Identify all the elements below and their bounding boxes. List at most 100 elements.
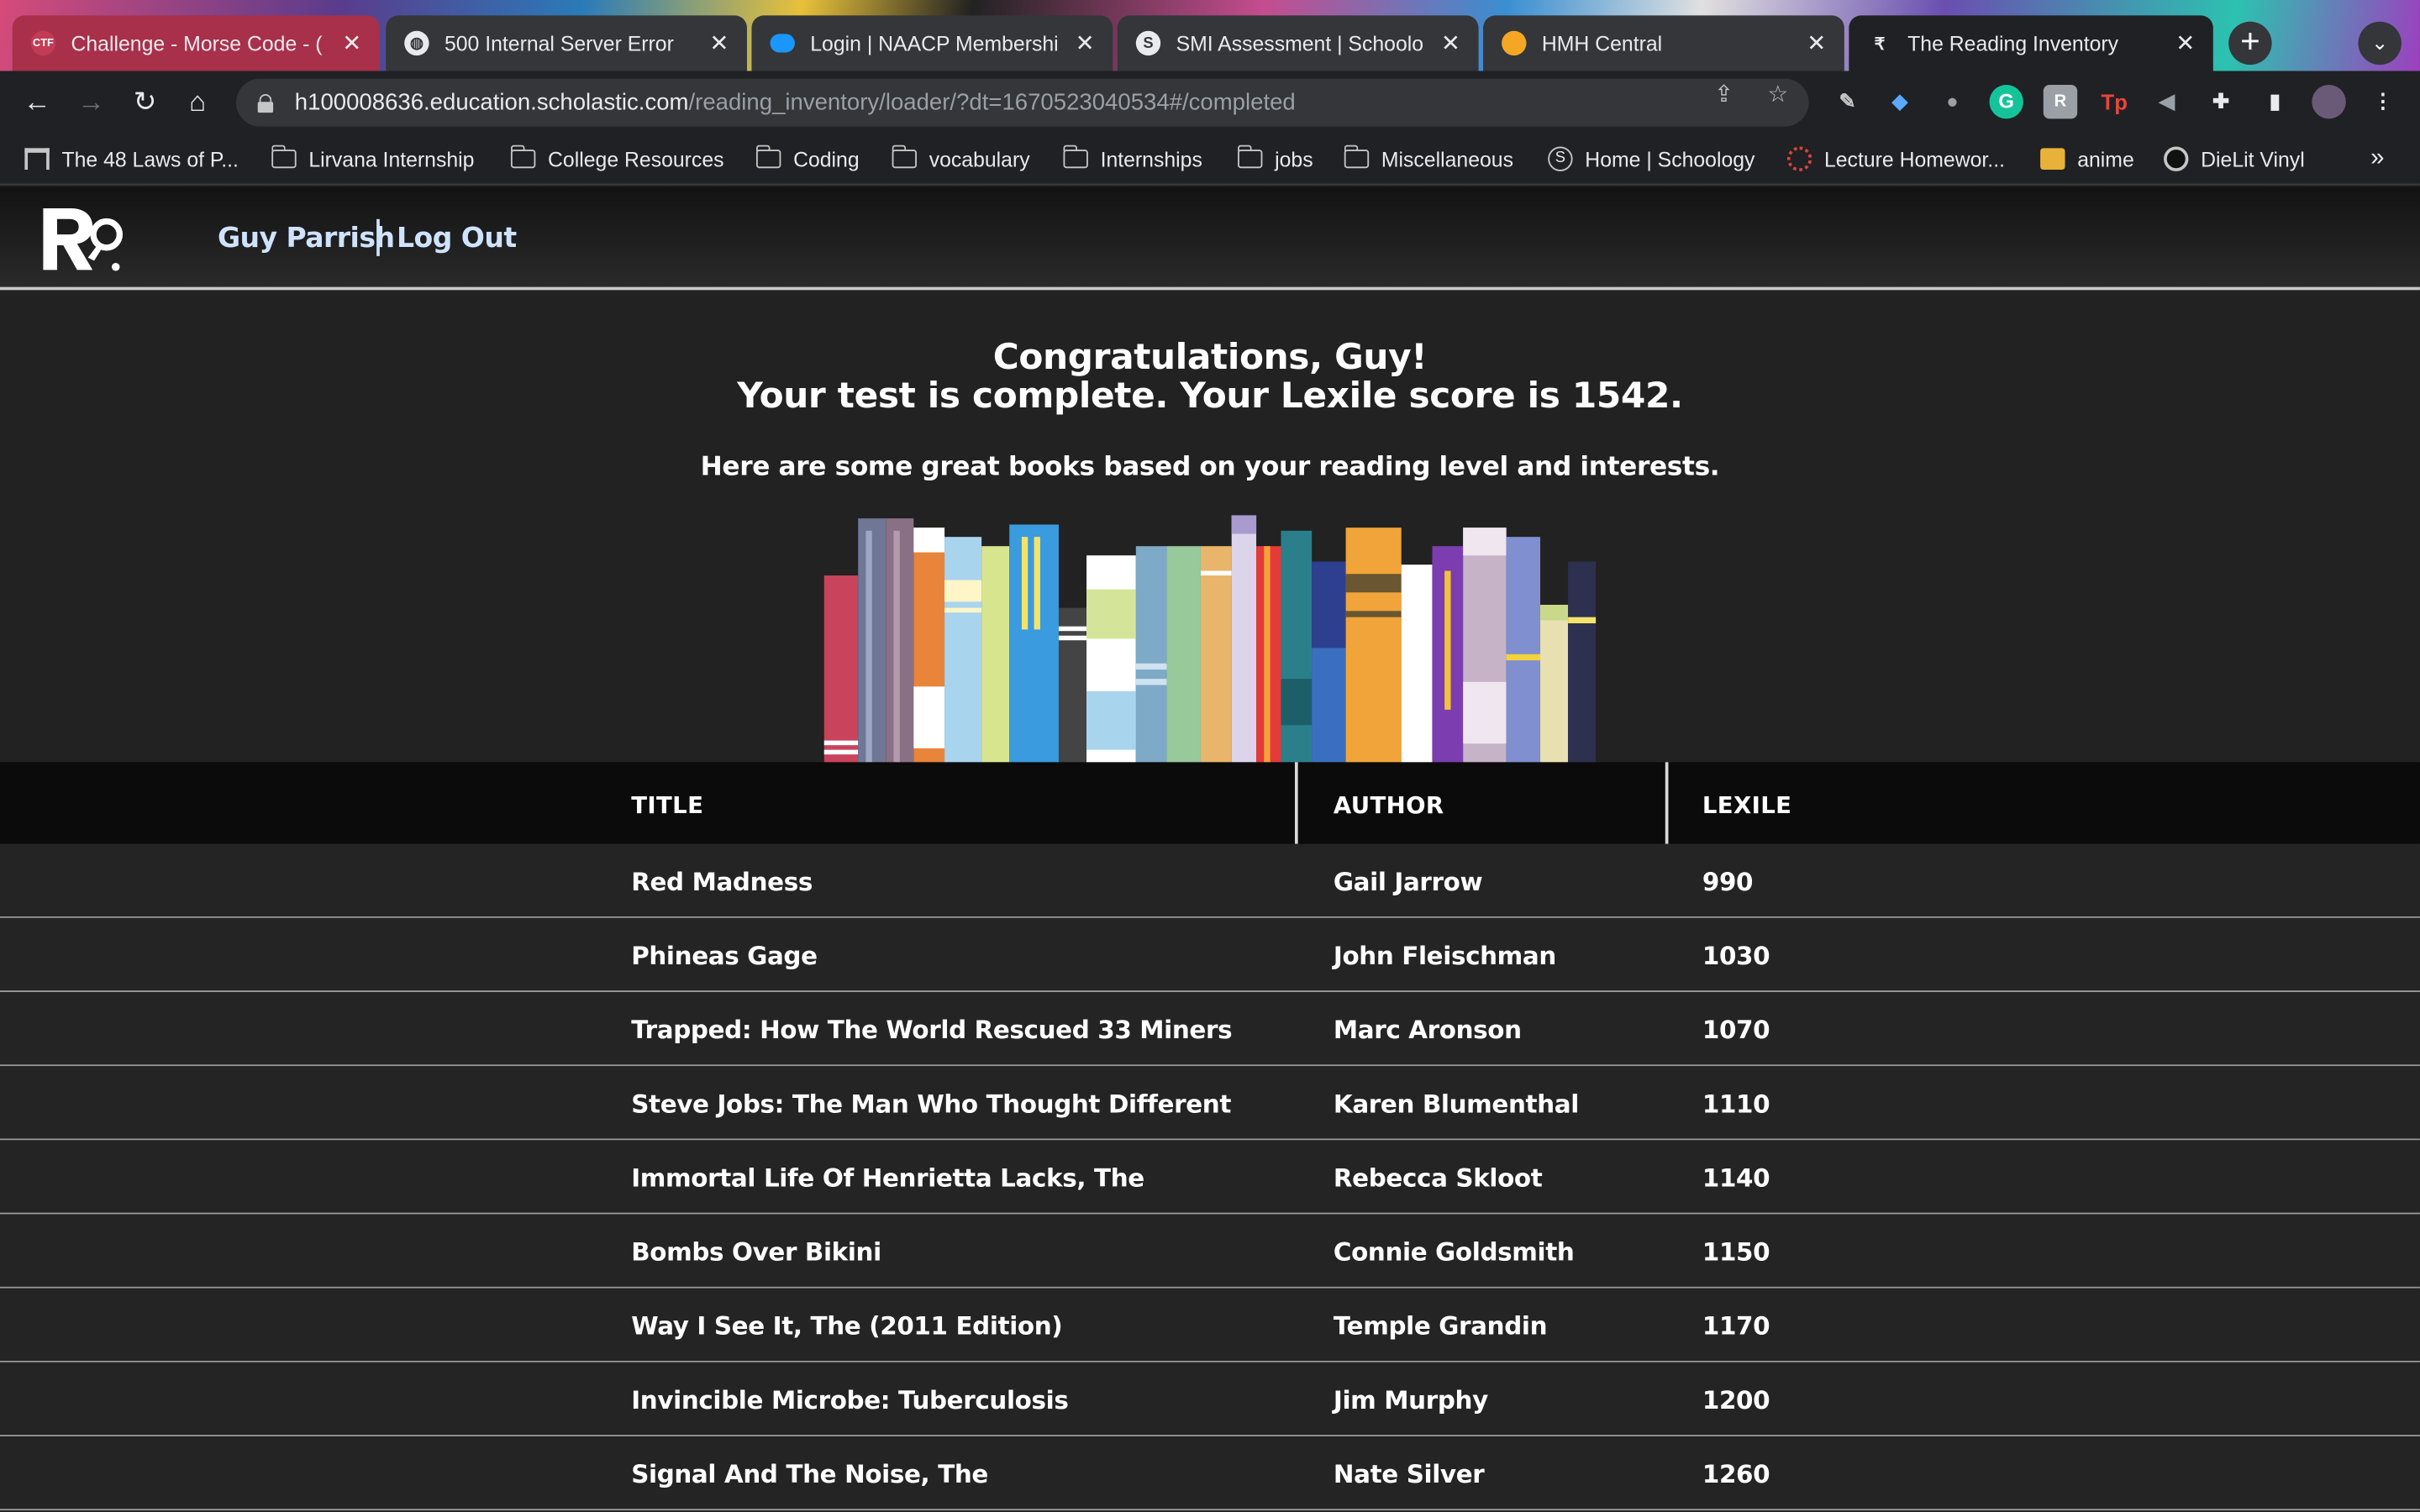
book-table-header: TITLE AUTHOR LEXILE bbox=[0, 762, 2420, 844]
globe-icon: ◍ bbox=[404, 30, 429, 56]
folder-icon bbox=[1343, 144, 1370, 169]
bookmark-label: Coding bbox=[793, 147, 860, 171]
star-icon[interactable]: ☆ bbox=[1763, 81, 1794, 112]
close-icon[interactable]: ✕ bbox=[1439, 29, 1463, 57]
bookmark-miscellaneous[interactable]: Miscellaneous bbox=[1343, 144, 1513, 173]
home-icon[interactable]: ⌂ bbox=[179, 83, 216, 120]
tab-reading-inventory[interactable]: ₹ The Reading Inventory ✕ bbox=[1849, 15, 2213, 71]
tab-label: HMH Central bbox=[1541, 31, 1663, 55]
bookshelf-illustration bbox=[823, 515, 1597, 764]
book-author: Rebecca Skloot bbox=[1333, 1163, 1543, 1193]
close-icon[interactable]: ✕ bbox=[339, 29, 364, 57]
share-icon[interactable]: ⇪ bbox=[1708, 81, 1739, 112]
tab-search-chevron-icon[interactable]: ⌄ bbox=[2358, 21, 2402, 66]
salesforce-cloud-icon bbox=[770, 34, 795, 53]
browser-toolbar: ← → ↻ ⌂ h100008636.education.scholastic.… bbox=[0, 71, 2420, 133]
bookmark-label: Internships bbox=[1100, 147, 1202, 171]
bookmark-anime[interactable]: anime bbox=[2040, 145, 2134, 173]
book-lexile: 1260 bbox=[1702, 1459, 1770, 1489]
close-icon[interactable]: ✕ bbox=[707, 29, 731, 57]
gem-extension-icon[interactable]: ◆ bbox=[1883, 85, 1917, 118]
bookmark-label: College Resources bbox=[548, 147, 724, 171]
bookmark-label: jobs bbox=[1275, 147, 1313, 171]
pen-extension-icon[interactable]: ✎ bbox=[1830, 85, 1864, 118]
circle-icon bbox=[1786, 146, 1812, 171]
book-title: Steve Jobs: The Man Who Thought Differen… bbox=[631, 1089, 1232, 1119]
book-author: Karen Blumenthal bbox=[1333, 1089, 1579, 1119]
tab-challenge-morse[interactable]: CTF Challenge - Morse Code - ( ✕ bbox=[12, 15, 380, 71]
bookmark-label: Home | Schoology bbox=[1585, 147, 1755, 171]
lexile-column-header[interactable]: LEXILE bbox=[1702, 791, 1791, 819]
table-row[interactable]: Invincible Microbe: Tuberculosis Jim Mur… bbox=[0, 1362, 2420, 1436]
completion-message: Congratulations, Guy! Your test is compl… bbox=[0, 339, 2420, 417]
more-bookmarks-chevron-icon[interactable]: » bbox=[2370, 145, 2384, 173]
close-icon[interactable]: ✕ bbox=[1804, 29, 1828, 57]
tab-label: The Reading Inventory bbox=[1907, 31, 2119, 55]
close-icon[interactable]: ✕ bbox=[1073, 29, 1097, 57]
book-author: Marc Aronson bbox=[1333, 1015, 1522, 1045]
bookmark-dielit-vinyl[interactable]: DieLit Vinyl bbox=[2164, 145, 2305, 173]
bookmark-internships[interactable]: Internships bbox=[1062, 144, 1202, 173]
table-row[interactable]: Signal And The Noise, The Nate Silver 12… bbox=[0, 1436, 2420, 1511]
chat-extension-icon[interactable]: ● bbox=[1935, 85, 1969, 118]
bookmark-lirvana[interactable]: Lirvana Internship bbox=[271, 144, 474, 173]
book-lexile: 1170 bbox=[1702, 1311, 1770, 1341]
table-row[interactable]: Red Madness Gail Jarrow 990 bbox=[0, 843, 2420, 918]
bookmark-coding[interactable]: Coding bbox=[755, 144, 860, 173]
bookmark-college[interactable]: College Resources bbox=[510, 144, 724, 173]
table-row[interactable]: Way I See It, The (2011 Edition) Temple … bbox=[0, 1288, 2420, 1362]
new-tab-button[interactable]: + bbox=[2228, 21, 2272, 66]
nav-divider bbox=[376, 218, 379, 256]
table-row[interactable]: Phineas Gage John Fleischman 1030 bbox=[0, 917, 2420, 992]
side-panel-icon[interactable]: ▮ bbox=[2258, 85, 2291, 118]
user-name-link[interactable]: Guy Parrish bbox=[218, 222, 395, 255]
avatar[interactable] bbox=[2312, 85, 2346, 119]
tab-server-error[interactable]: ◍ 500 Internal Server Error ✕ bbox=[386, 15, 747, 71]
forward-arrow-icon[interactable]: → bbox=[72, 83, 109, 120]
book-table-body: Red Madness Gail Jarrow 990 Phineas Gage… bbox=[0, 843, 2420, 1511]
grammarly-icon[interactable]: G bbox=[1989, 85, 2023, 119]
bookmark-48-laws[interactable]: The 48 Laws of P... bbox=[24, 145, 239, 173]
ctf-icon: CTF bbox=[30, 30, 56, 56]
speaker-icon[interactable]: ◀ bbox=[2150, 85, 2184, 118]
book-lexile: 1150 bbox=[1702, 1237, 1770, 1267]
table-row[interactable]: Trapped: How The World Rescued 33 Miners… bbox=[0, 991, 2420, 1067]
bookmark-label: vocabulary bbox=[929, 147, 1030, 171]
table-row[interactable]: Immortal Life Of Henrietta Lacks, The Re… bbox=[0, 1140, 2420, 1215]
book-title: Phineas Gage bbox=[631, 941, 818, 971]
book-title: Red Madness bbox=[631, 867, 813, 897]
bookmark-label: anime bbox=[2077, 147, 2134, 171]
url-path: /reading_inventory/loader/?dt=1670523040… bbox=[688, 89, 1296, 116]
book-title: Trapped: How The World Rescued 33 Miners bbox=[631, 1015, 1233, 1045]
tab-label: SMI Assessment | Schoolo bbox=[1176, 31, 1424, 55]
recommendations-subtitle: Here are some great books based on your … bbox=[700, 452, 1720, 483]
book-lexile: 1110 bbox=[1702, 1089, 1770, 1119]
table-row[interactable]: Steve Jobs: The Man Who Thought Differen… bbox=[0, 1066, 2420, 1141]
title-column-header[interactable]: TITLE bbox=[631, 791, 703, 819]
puzzle-icon[interactable]: ✚ bbox=[2204, 85, 2238, 118]
author-column-header[interactable]: AUTHOR bbox=[1334, 791, 1444, 819]
reading-inventory-icon: ₹ bbox=[1867, 30, 1892, 56]
book-title: Invincible Microbe: Tuberculosis bbox=[631, 1385, 1069, 1415]
kebab-menu-icon[interactable]: ⋮ bbox=[2366, 85, 2400, 118]
close-icon[interactable]: ✕ bbox=[2173, 29, 2197, 57]
folder-icon bbox=[891, 144, 917, 169]
bookmark-jobs[interactable]: jobs bbox=[1237, 144, 1313, 173]
app-header: Guy Parrish Log Out bbox=[0, 186, 2420, 291]
bookmark-lecture-homework[interactable]: Lecture Homewor... bbox=[1786, 145, 2005, 173]
folder-icon bbox=[510, 144, 536, 169]
back-arrow-icon[interactable]: ← bbox=[18, 83, 55, 120]
table-row[interactable]: Bombs Over Bikini Connie Goldsmith 1150 bbox=[0, 1214, 2420, 1289]
bookmark-vocabulary[interactable]: vocabulary bbox=[891, 144, 1030, 173]
tab-hmh-central[interactable]: HMH Central ✕ bbox=[1483, 15, 1844, 71]
bookmark-schoology[interactable]: S Home | Schoology bbox=[1548, 145, 1754, 173]
address-bar[interactable]: h100008636.education.scholastic.com/read… bbox=[236, 78, 1809, 127]
reload-icon[interactable]: ↻ bbox=[127, 83, 164, 120]
tab-naacp-login[interactable]: Login | NAACP Membershi ✕ bbox=[751, 15, 1113, 71]
bookmark-label: Miscellaneous bbox=[1381, 147, 1513, 171]
tp-extension-icon[interactable]: Tp bbox=[2097, 85, 2131, 118]
folder-icon bbox=[271, 144, 297, 169]
tab-smi-assessment[interactable]: S SMI Assessment | Schoolo ✕ bbox=[1117, 15, 1479, 71]
logout-link[interactable]: Log Out bbox=[397, 222, 517, 255]
reading-extension-icon[interactable]: R bbox=[2043, 85, 2078, 119]
